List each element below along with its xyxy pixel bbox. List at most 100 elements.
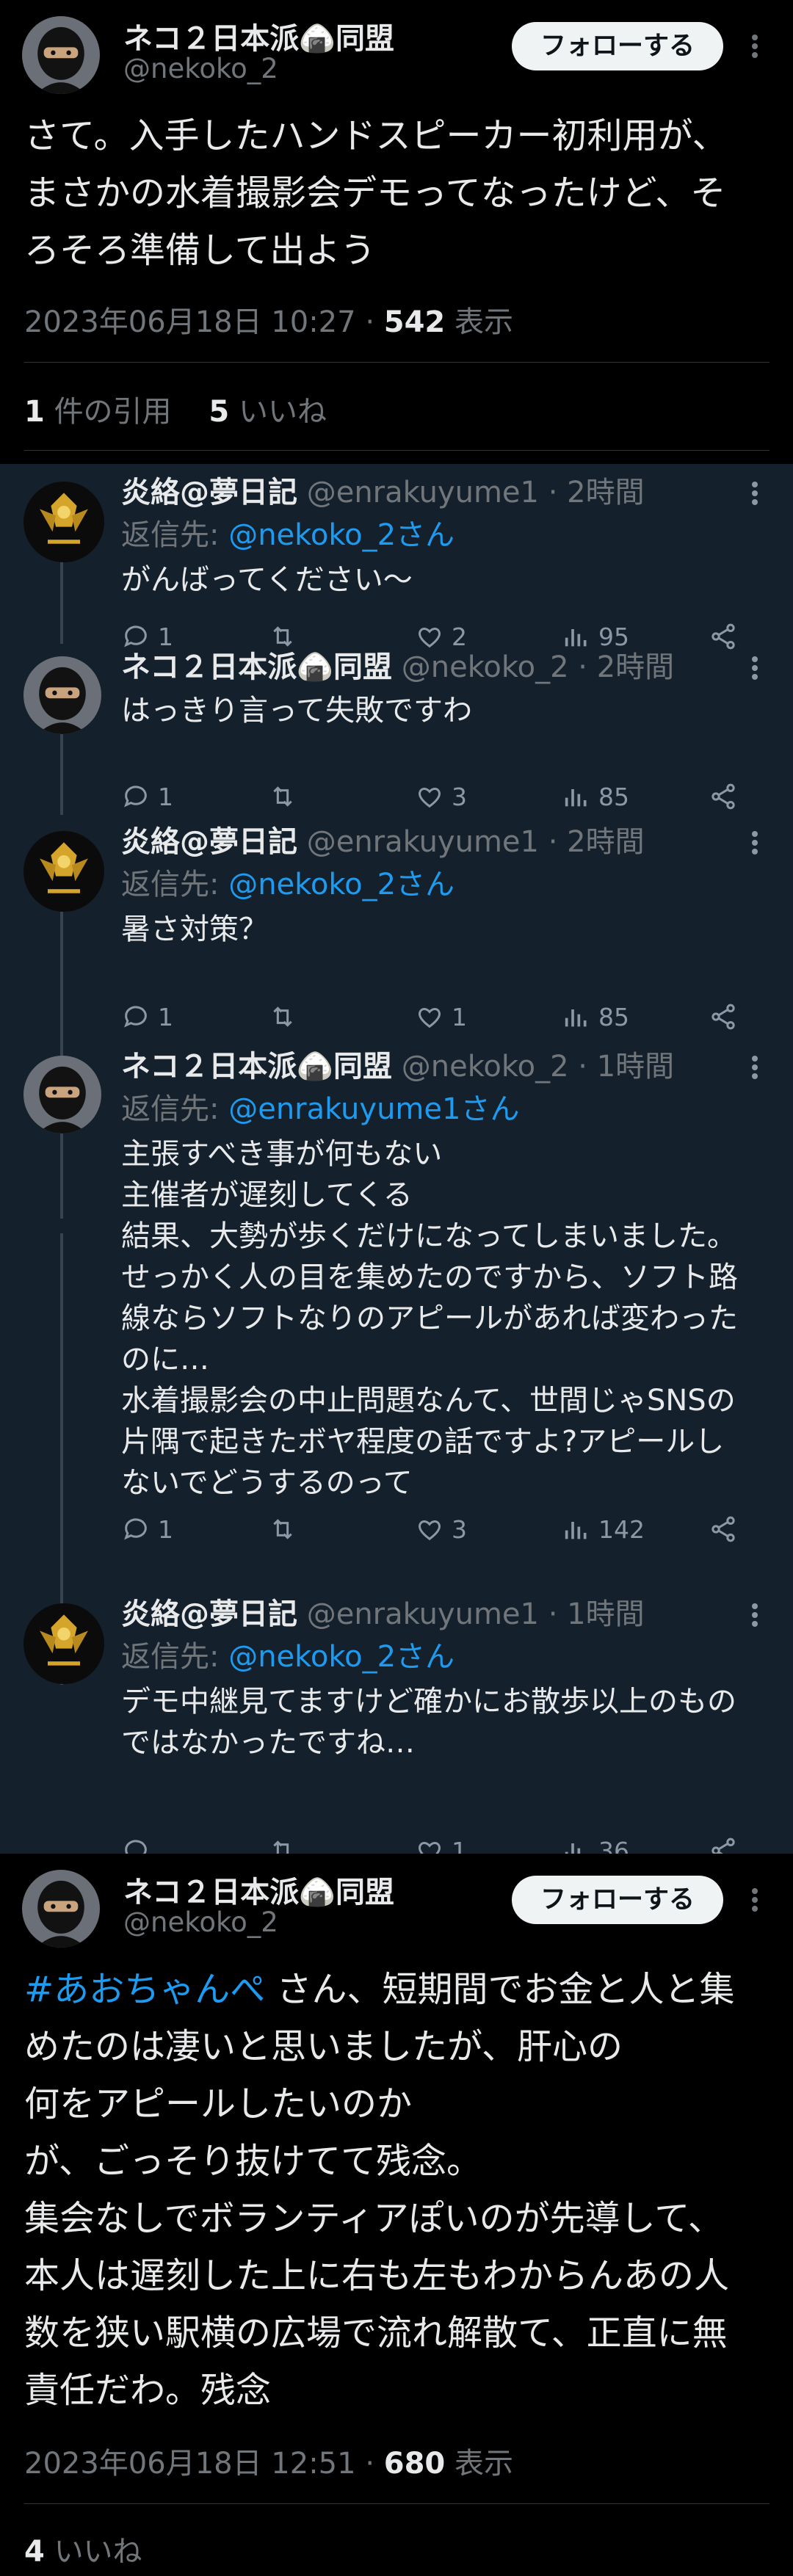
likes-count: 5 bbox=[209, 395, 230, 429]
author-name[interactable]: ネコ２日本派🍙同盟 bbox=[123, 1868, 394, 1911]
timestamp[interactable]: 2023年06月18日 10:27 bbox=[24, 305, 356, 339]
avatar[interactable] bbox=[23, 656, 101, 734]
reply-count: 1 bbox=[158, 622, 173, 651]
retweet-icon bbox=[273, 786, 292, 807]
post-time[interactable]: · 2時間 bbox=[578, 650, 674, 684]
reply-to-mention[interactable]: @nekoko_2さん bbox=[228, 518, 455, 552]
like-button[interactable]: 1 bbox=[415, 998, 467, 1035]
author-handle[interactable]: @nekoko_2 bbox=[123, 53, 278, 84]
like-button[interactable]: 3 bbox=[415, 1511, 467, 1548]
reply-button[interactable]: 1 bbox=[121, 998, 173, 1035]
reply-count: 1 bbox=[158, 1514, 173, 1544]
author-handle[interactable]: @nekoko_2 bbox=[123, 1906, 278, 1938]
retweet-icon bbox=[273, 1519, 292, 1539]
meta-separator: · bbox=[365, 305, 375, 339]
avatar-ninja-image bbox=[23, 656, 101, 734]
reply-to-mention[interactable]: @nekoko_2さん bbox=[228, 1640, 455, 1674]
reply-header: 炎絡@夢日記 @enrakuyume1 · 1時間 bbox=[121, 1594, 645, 1634]
reply-tweet[interactable]: ネコ２日本派🍙同盟 @nekoko_2 · 1時間 返信先: @enrakuyu… bbox=[0, 1047, 793, 1592]
share-button[interactable] bbox=[709, 998, 745, 1035]
reply-button[interactable]: 1 bbox=[121, 778, 173, 815]
reply-tweet[interactable]: 炎絡@夢日記 @enrakuyume1 · 1時間 返信先: @nekoko_2… bbox=[0, 1594, 793, 1854]
likes-label: いいね bbox=[238, 395, 327, 429]
more-icon[interactable] bbox=[740, 32, 770, 61]
share-button[interactable] bbox=[709, 1832, 745, 1854]
avatar[interactable] bbox=[22, 1870, 100, 1948]
hashtag-link[interactable]: #あおちゃんぺ bbox=[24, 1969, 265, 2010]
retweet-button[interactable] bbox=[268, 778, 305, 815]
avatar[interactable] bbox=[23, 1603, 104, 1684]
author-handle[interactable]: @nekoko_2 bbox=[402, 650, 569, 684]
retweet-button[interactable] bbox=[268, 998, 305, 1035]
author-name[interactable]: 炎絡@夢日記 bbox=[121, 476, 297, 509]
reply-button[interactable] bbox=[121, 1832, 158, 1854]
share-button[interactable] bbox=[709, 778, 745, 815]
more-icon[interactable] bbox=[740, 653, 770, 683]
post-time[interactable]: · 1時間 bbox=[578, 1050, 674, 1084]
reply-text: はっきり言って失敗ですわ bbox=[121, 694, 472, 728]
more-icon[interactable] bbox=[740, 479, 770, 508]
like-button[interactable]: 3 bbox=[415, 778, 467, 815]
reply-tweet[interactable]: ネコ２日本派🍙同盟 @nekoko_2 · 2時間 はっきり言って失敗ですわ 1… bbox=[0, 647, 793, 822]
post-time[interactable]: · 2時間 bbox=[548, 825, 645, 859]
author-name[interactable]: 炎絡@夢日記 bbox=[121, 825, 297, 859]
post-time[interactable]: · 1時間 bbox=[548, 1597, 645, 1631]
avatar-ninja-image bbox=[23, 1056, 101, 1133]
reply-tweet[interactable]: 炎絡@夢日記 @enrakuyume1 · 2時間 返信先: @nekoko_2… bbox=[0, 473, 793, 651]
reply-to-mention[interactable]: @nekoko_2さん bbox=[228, 868, 455, 901]
share-icon bbox=[711, 783, 735, 810]
author-handle[interactable]: @enrakuyume1 bbox=[307, 476, 539, 509]
views-button[interactable]: 36 bbox=[562, 1832, 629, 1854]
more-icon[interactable] bbox=[740, 1885, 770, 1915]
reply-text: 主張すべき事が何もない 主催者が遅刻してくる 結果、大勢が歩くだけになってしまい… bbox=[121, 1137, 738, 1500]
avatar[interactable] bbox=[23, 482, 104, 562]
views-button[interactable]: 142 bbox=[562, 1511, 645, 1548]
retweet-button[interactable] bbox=[268, 1511, 305, 1548]
views-button[interactable]: 85 bbox=[562, 778, 629, 815]
heart-icon bbox=[419, 1841, 441, 1854]
views-icon bbox=[565, 1522, 587, 1539]
retweet-button[interactable] bbox=[268, 1832, 305, 1854]
author-name[interactable]: ネコ２日本派🍙同盟 bbox=[121, 1050, 392, 1084]
more-icon[interactable] bbox=[740, 1600, 770, 1630]
avatar[interactable] bbox=[23, 1056, 101, 1133]
reply-actions: 1 36 bbox=[121, 1832, 767, 1854]
likes-link[interactable]: 4 いいね bbox=[24, 2535, 142, 2569]
author-name[interactable]: ネコ２日本派🍙同盟 bbox=[123, 15, 394, 57]
likes-link[interactable]: 5 いいね bbox=[209, 395, 327, 429]
views-label: 表示 bbox=[454, 305, 513, 339]
like-button[interactable]: 1 bbox=[415, 1832, 467, 1854]
reply-tweet[interactable]: 炎絡@夢日記 @enrakuyume1 · 2時間 返信先: @nekoko_2… bbox=[0, 822, 793, 1042]
quotes-link[interactable]: 1 件の引用 bbox=[24, 395, 172, 429]
timestamp[interactable]: 2023年06月18日 12:51 bbox=[24, 2447, 356, 2481]
reply-to-line: 返信先: @nekoko_2さん bbox=[121, 865, 455, 904]
view-count: 85 bbox=[598, 1002, 629, 1031]
share-icon bbox=[711, 1837, 735, 1854]
author-name[interactable]: 炎絡@夢日記 bbox=[121, 1597, 297, 1631]
view-count: 95 bbox=[598, 622, 629, 651]
follow-button[interactable]: フォローする bbox=[512, 1876, 723, 1924]
reply-text: 暑さ対策？ bbox=[121, 913, 268, 946]
heart-icon bbox=[419, 787, 441, 808]
avatar[interactable] bbox=[22, 16, 100, 94]
follow-button[interactable]: フォローする bbox=[512, 22, 723, 70]
main-tweet: ネコ２日本派🍙同盟 @nekoko_2 フォローする #あおちゃんぺ さん、短期… bbox=[0, 1854, 793, 2576]
likes-count: 4 bbox=[24, 2535, 45, 2569]
author-handle[interactable]: @enrakuyume1 bbox=[307, 825, 539, 859]
reply-button[interactable]: 1 bbox=[121, 1511, 173, 1548]
views-button[interactable]: 85 bbox=[562, 998, 629, 1035]
reply-to-prefix: 返信先: bbox=[121, 1640, 220, 1674]
reply-to-line: 返信先: @nekoko_2さん bbox=[121, 1637, 455, 1677]
author-handle[interactable]: @enrakuyume1 bbox=[307, 1597, 539, 1631]
share-button[interactable] bbox=[709, 1511, 745, 1548]
reply-actions: 1 3 142 bbox=[121, 1511, 767, 1548]
author-name[interactable]: ネコ２日本派🍙同盟 bbox=[121, 650, 392, 684]
reply-to-mention[interactable]: @enrakuyume1さん bbox=[228, 1092, 519, 1126]
views-icon bbox=[565, 1843, 581, 1854]
avatar[interactable] bbox=[23, 831, 104, 912]
more-icon[interactable] bbox=[740, 1053, 770, 1082]
author-handle[interactable]: @nekoko_2 bbox=[402, 1050, 569, 1084]
post-time[interactable]: · 2時間 bbox=[548, 476, 645, 509]
more-icon[interactable] bbox=[740, 828, 770, 857]
tweet-meta: 2023年06月18日 12:51 · 680 表示 bbox=[24, 2439, 513, 2482]
